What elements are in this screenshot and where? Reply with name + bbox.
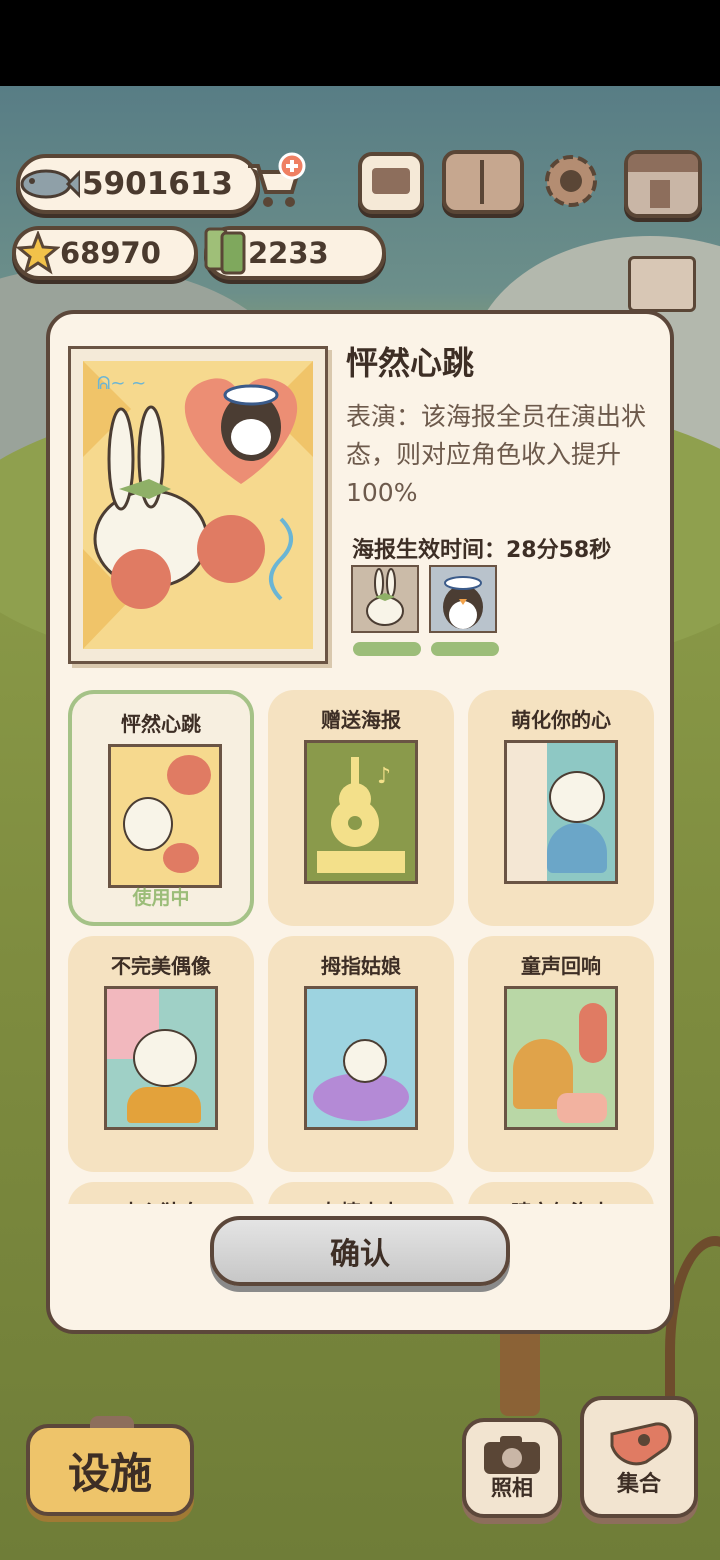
gather-label: 集合	[616, 1472, 661, 1497]
gear-icon[interactable]	[540, 150, 602, 212]
facility-button[interactable]: 设施	[26, 1416, 194, 1516]
whistle-icon	[610, 1422, 672, 1466]
poster-card-title: 怦然心跳	[121, 712, 201, 736]
poster-card[interactable]: 内心独白	[68, 1182, 254, 1204]
star-icon	[16, 231, 60, 275]
poster-card-title: 友情来电	[268, 1196, 454, 1204]
confirm-button[interactable]: 确认	[210, 1216, 510, 1286]
gather-button[interactable]: 集合	[580, 1396, 698, 1518]
bunny-avatar	[351, 565, 419, 633]
poster-artwork: ᕱ~ ~	[83, 361, 313, 649]
camera-icon	[484, 1436, 540, 1474]
poster-thumbnail	[504, 986, 618, 1130]
svg-text:ᕱ~ ~: ᕱ~ ~	[97, 373, 146, 394]
fish-amount: 5901613	[82, 166, 233, 202]
poster-card-title: 童声回响	[521, 954, 601, 978]
in-use-label: 使用中	[132, 887, 190, 909]
poster-thumbnail	[504, 740, 618, 884]
ticket-icon	[204, 227, 246, 275]
poster-card-title: 内心独白	[68, 1196, 254, 1204]
poster-thumbnail	[304, 986, 418, 1130]
penguin-status-bar	[431, 642, 499, 656]
poster-description: 表演：该海报全员在演出状态，则对应角色收入提升100%	[346, 402, 647, 507]
poster-card-title: 赠送海报	[321, 708, 401, 732]
notice-board-icon[interactable]	[358, 152, 424, 214]
fish-icon	[20, 169, 80, 199]
poster-card[interactable]: 怦然心跳 使用中	[68, 690, 254, 926]
fish-currency: 5901613	[16, 154, 260, 214]
poster-card[interactable]: 萌化你的心	[468, 690, 654, 926]
poster-card[interactable]: 友情来电	[268, 1182, 454, 1204]
penguin-avatar	[429, 565, 497, 633]
poster-card[interactable]: 不完美偶像	[68, 936, 254, 1172]
poster-card-title: 萌化你的心	[511, 708, 611, 732]
shop-icon[interactable]	[624, 150, 702, 218]
poster-card-title: 晴空气泡水	[468, 1196, 654, 1204]
bunny-status-bar	[353, 642, 421, 656]
poster-thumbnail: ♪	[304, 740, 418, 884]
poster-card-title: 不完美偶像	[111, 954, 211, 978]
poster-thumbnail	[104, 986, 218, 1130]
ranking-podium-icon[interactable]	[628, 256, 696, 312]
cart-plus-icon[interactable]	[244, 152, 306, 212]
facility-label: 设施	[67, 1448, 152, 1498]
poster-card[interactable]: 赠送海报 ♪	[268, 690, 454, 926]
guitar-icon: ♪	[317, 757, 405, 873]
star-currency: 68970	[12, 226, 198, 280]
poster-title: 怦然心跳	[346, 344, 475, 382]
poster-grid[interactable]: 怦然心跳 使用中 赠送海报 ♪ 萌化你的心 不完美偶像 拇指姑娘 童声回响	[66, 688, 656, 1204]
poster-card[interactable]: 童声回响	[468, 936, 654, 1172]
star-amount: 68970	[60, 236, 161, 270]
poster-preview: ᕱ~ ~	[68, 346, 328, 664]
svg-text:♪: ♪	[377, 764, 391, 789]
poster-card[interactable]: 晴空气泡水	[468, 1182, 654, 1204]
poster-card[interactable]: 拇指姑娘	[268, 936, 454, 1172]
ticket-amount: 2233	[248, 236, 329, 270]
photo-label: 照相	[491, 1476, 533, 1500]
paw-book-icon[interactable]	[442, 150, 524, 214]
poster-card-title: 拇指姑娘	[321, 954, 401, 978]
ticket-currency: 2233	[204, 226, 386, 280]
photo-button[interactable]: 照相	[462, 1418, 562, 1518]
poster-thumbnail	[108, 744, 222, 888]
poster-timer: 海报生效时间：28分58秒	[352, 538, 612, 563]
